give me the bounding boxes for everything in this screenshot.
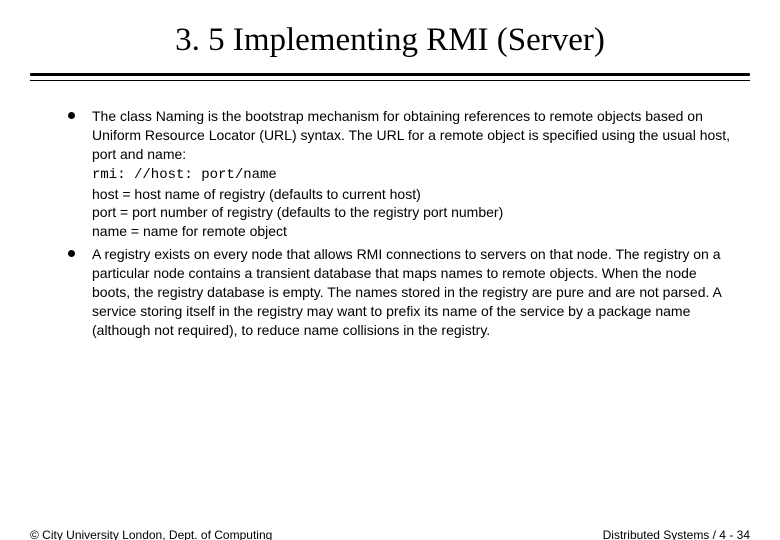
bullet-line: name = name for remote object	[92, 223, 287, 239]
slide-title: 3. 5 Implementing RMI (Server)	[0, 22, 780, 59]
footer-right: Distributed Systems / 4 - 34	[603, 528, 750, 540]
footer-left: © City University London, Dept. of Compu…	[30, 528, 272, 540]
footer: © City University London, Dept. of Compu…	[30, 528, 750, 540]
bullet-text: The class Naming is the bootstrap mechan…	[92, 108, 730, 162]
divider	[30, 73, 750, 81]
bullet-list: The class Naming is the bootstrap mechan…	[92, 107, 732, 340]
list-item: The class Naming is the bootstrap mechan…	[92, 107, 732, 241]
bullet-line: port = port number of registry (defaults…	[92, 204, 503, 220]
list-item: A registry exists on every node that all…	[92, 245, 732, 339]
bullet-text: A registry exists on every node that all…	[92, 246, 721, 338]
slide-body: The class Naming is the bootstrap mechan…	[0, 81, 780, 340]
slide: 3. 5 Implementing RMI (Server) The class…	[0, 22, 780, 540]
code-text: rmi: //host: port/name	[92, 167, 277, 183]
bullet-line: host = host name of registry (defaults t…	[92, 186, 421, 202]
